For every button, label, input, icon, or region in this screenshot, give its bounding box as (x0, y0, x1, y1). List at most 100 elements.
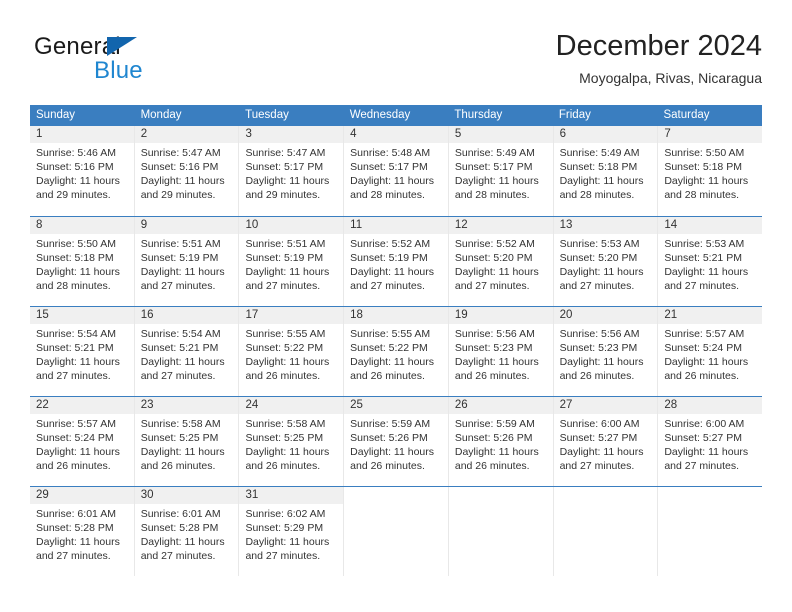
title-block: December 2024 Moyogalpa, Rivas, Nicaragu… (556, 28, 762, 88)
day-number (344, 487, 448, 504)
daylight-text-line1: Daylight: 11 hours (36, 266, 120, 278)
sunrise-text: Sunrise: 6:00 AM (559, 418, 640, 430)
sunset-text: Sunset: 5:19 PM (140, 252, 219, 264)
day-info: Sunrise: 5:54 AM Sunset: 5:21 PM Daylight:… (135, 324, 239, 383)
day-info: Sunrise: 6:02 AM Sunset: 5:29 PM Daylight:… (239, 504, 343, 563)
day-cell[interactable]: 21 Sunrise: 5:57 AM Sunset: 5:24 PM Dayligh… (658, 307, 763, 396)
day-cell[interactable]: 6 Sunrise: 5:49 AM Sunset: 5:18 PM Daylight… (553, 126, 659, 216)
daylight-text-line1: Daylight: 11 hours (454, 446, 539, 458)
day-number: 24 (239, 397, 344, 414)
day-cell[interactable]: 19 Sunrise: 5:56 AM Sunset: 5:23 PM Dayligh… (448, 307, 554, 396)
day-cell[interactable]: 8 Sunrise: 5:50 AM Sunset: 5:18 PM Daylight… (30, 217, 135, 306)
daylight-text-line2: and 26 minutes. (140, 460, 216, 472)
day-number: 12 (448, 217, 553, 234)
day-cell[interactable]: 4 Sunrise: 5:48 AM Sunset: 5:17 PM Daylight… (344, 126, 449, 216)
daylight-text-line1: Daylight: 11 hours (664, 175, 749, 187)
sunrise-text: Sunrise: 6:02 AM (245, 508, 326, 520)
sunrise-text: Sunrise: 6:01 AM (36, 508, 116, 520)
daylight-text-line1: Daylight: 11 hours (36, 356, 120, 368)
day-cell[interactable]: 30 Sunrise: 6:01 AM Sunset: 5:28 PM Dayligh… (134, 487, 240, 576)
daylight-text-line2: and 26 minutes. (350, 460, 425, 472)
sunset-text: Sunset: 5:17 PM (454, 161, 533, 173)
sunset-text: Sunset: 5:23 PM (559, 342, 638, 354)
day-info: Sunrise: 6:00 AM Sunset: 5:27 PM Daylight:… (554, 414, 658, 473)
sunset-text: Sunset: 5:28 PM (140, 522, 219, 534)
day-info: Sunrise: 5:50 AM Sunset: 5:18 PM Daylight:… (30, 234, 134, 293)
day-cell[interactable]: 7 Sunrise: 5:50 AM Sunset: 5:18 PM Daylight… (658, 126, 763, 216)
day-cell[interactable]: 29 Sunrise: 6:01 AM Sunset: 5:28 PM Dayligh… (30, 487, 135, 576)
weekday-header-sunday: Sunday (36, 109, 76, 121)
day-number: 30 (134, 487, 239, 504)
calendar-grid: Sunday Monday Tuesday Wednesday Thursday… (30, 105, 763, 576)
day-number: 16 (134, 307, 239, 324)
day-cell[interactable]: 11 Sunrise: 5:52 AM Sunset: 5:19 PM Dayligh… (344, 217, 449, 306)
day-cell[interactable]: 27 Sunrise: 6:00 AM Sunset: 5:27 PM Dayligh… (553, 397, 659, 486)
daylight-text-line1: Daylight: 11 hours (559, 356, 644, 368)
daylight-text-line1: Daylight: 11 hours (454, 175, 539, 187)
day-number: 8 (30, 217, 134, 234)
day-number: 19 (448, 307, 553, 324)
sunset-text: Sunset: 5:27 PM (559, 432, 638, 444)
day-cell[interactable]: 2 Sunrise: 5:47 AM Sunset: 5:16 PM Daylight… (134, 126, 240, 216)
day-cell[interactable]: 5 Sunrise: 5:49 AM Sunset: 5:17 PM Daylight… (448, 126, 554, 216)
day-cell[interactable]: 17 Sunrise: 5:55 AM Sunset: 5:22 PM Dayligh… (239, 307, 345, 396)
daylight-text-line2: and 29 minutes. (36, 189, 111, 201)
sunrise-text: Sunrise: 5:54 AM (36, 328, 116, 340)
daylight-text-line1: Daylight: 11 hours (245, 536, 330, 548)
daylight-text-line1: Daylight: 11 hours (350, 266, 435, 278)
day-cell[interactable]: 22 Sunrise: 5:57 AM Sunset: 5:24 PM Dayligh… (30, 397, 135, 486)
sunset-text: Sunset: 5:24 PM (36, 432, 114, 444)
sunset-text: Sunset: 5:21 PM (36, 342, 114, 354)
day-info: Sunrise: 6:01 AM Sunset: 5:28 PM Daylight:… (30, 504, 134, 563)
day-cell[interactable]: 20 Sunrise: 5:56 AM Sunset: 5:23 PM Dayligh… (553, 307, 659, 396)
daylight-text-line1: Daylight: 11 hours (454, 356, 539, 368)
day-cell[interactable]: 13 Sunrise: 5:53 AM Sunset: 5:20 PM Dayligh… (553, 217, 659, 306)
day-cell[interactable]: 24 Sunrise: 5:58 AM Sunset: 5:25 PM Dayligh… (239, 397, 345, 486)
daylight-text-line1: Daylight: 11 hours (140, 356, 225, 368)
day-number: 1 (30, 126, 134, 143)
day-number: 9 (134, 217, 239, 234)
sunrise-text: Sunrise: 5:54 AM (140, 328, 221, 340)
sunrise-text: Sunrise: 5:49 AM (454, 147, 535, 159)
day-number: 20 (553, 307, 658, 324)
daylight-text-line1: Daylight: 11 hours (350, 175, 435, 187)
day-number: 14 (658, 217, 763, 234)
day-number: 22 (30, 397, 134, 414)
day-info: Sunrise: 5:57 AM Sunset: 5:24 PM Daylight:… (30, 414, 134, 473)
weekday-header-tuesday: Tuesday (245, 109, 289, 121)
day-cell[interactable]: 28 Sunrise: 6:00 AM Sunset: 5:27 PM Dayligh… (658, 397, 763, 486)
sunrise-text: Sunrise: 5:58 AM (245, 418, 326, 430)
day-cell[interactable]: 15 Sunrise: 5:54 AM Sunset: 5:21 PM Dayligh… (30, 307, 135, 396)
daylight-text-line1: Daylight: 11 hours (559, 175, 644, 187)
day-cell[interactable]: 12 Sunrise: 5:52 AM Sunset: 5:20 PM Dayligh… (448, 217, 554, 306)
day-cell[interactable]: 31 Sunrise: 6:02 AM Sunset: 5:29 PM Dayligh… (239, 487, 345, 576)
day-cell[interactable]: 3 Sunrise: 5:47 AM Sunset: 5:17 PM Daylight… (239, 126, 345, 216)
daylight-text-line1: Daylight: 11 hours (36, 446, 120, 458)
sunset-text: Sunset: 5:22 PM (245, 342, 324, 354)
weekday-header-saturday: Saturday (663, 109, 710, 121)
day-cell[interactable]: 18 Sunrise: 5:55 AM Sunset: 5:22 PM Dayligh… (344, 307, 449, 396)
day-number: 3 (239, 126, 344, 143)
day-info: Sunrise: 5:51 AM Sunset: 5:19 PM Daylight:… (239, 234, 343, 293)
day-cell[interactable]: 16 Sunrise: 5:54 AM Sunset: 5:21 PM Dayligh… (134, 307, 240, 396)
daylight-text-line2: and 28 minutes. (664, 189, 740, 201)
day-cell-empty (658, 487, 763, 576)
day-cell[interactable]: 14 Sunrise: 5:53 AM Sunset: 5:21 PM Dayligh… (658, 217, 763, 306)
day-cell[interactable]: 10 Sunrise: 5:51 AM Sunset: 5:19 PM Dayligh… (239, 217, 345, 306)
day-info (554, 504, 658, 507)
sunset-text: Sunset: 5:23 PM (454, 342, 533, 354)
day-cell[interactable]: 1 Sunrise: 5:46 AM Sunset: 5:16 PM Daylight… (30, 126, 135, 216)
day-cell-empty (448, 487, 554, 576)
daylight-text-line1: Daylight: 11 hours (140, 446, 225, 458)
day-info: Sunrise: 5:50 AM Sunset: 5:18 PM Daylight:… (658, 143, 762, 202)
daylight-text-line1: Daylight: 11 hours (140, 266, 225, 278)
day-cell[interactable]: 23 Sunrise: 5:58 AM Sunset: 5:25 PM Dayligh… (134, 397, 240, 486)
day-cell-empty (344, 487, 449, 576)
day-cell[interactable]: 26 Sunrise: 5:59 AM Sunset: 5:26 PM Dayligh… (448, 397, 554, 486)
day-info (449, 504, 553, 507)
week-row: 1 Sunrise: 5:46 AM Sunset: 5:16 PM Daylight… (30, 126, 763, 216)
logo-triangle-icon (107, 37, 137, 56)
day-cell[interactable]: 9 Sunrise: 5:51 AM Sunset: 5:19 PM Daylight… (134, 217, 240, 306)
day-cell[interactable]: 25 Sunrise: 5:59 AM Sunset: 5:26 PM Dayligh… (344, 397, 449, 486)
sunset-text: Sunset: 5:17 PM (245, 161, 324, 173)
